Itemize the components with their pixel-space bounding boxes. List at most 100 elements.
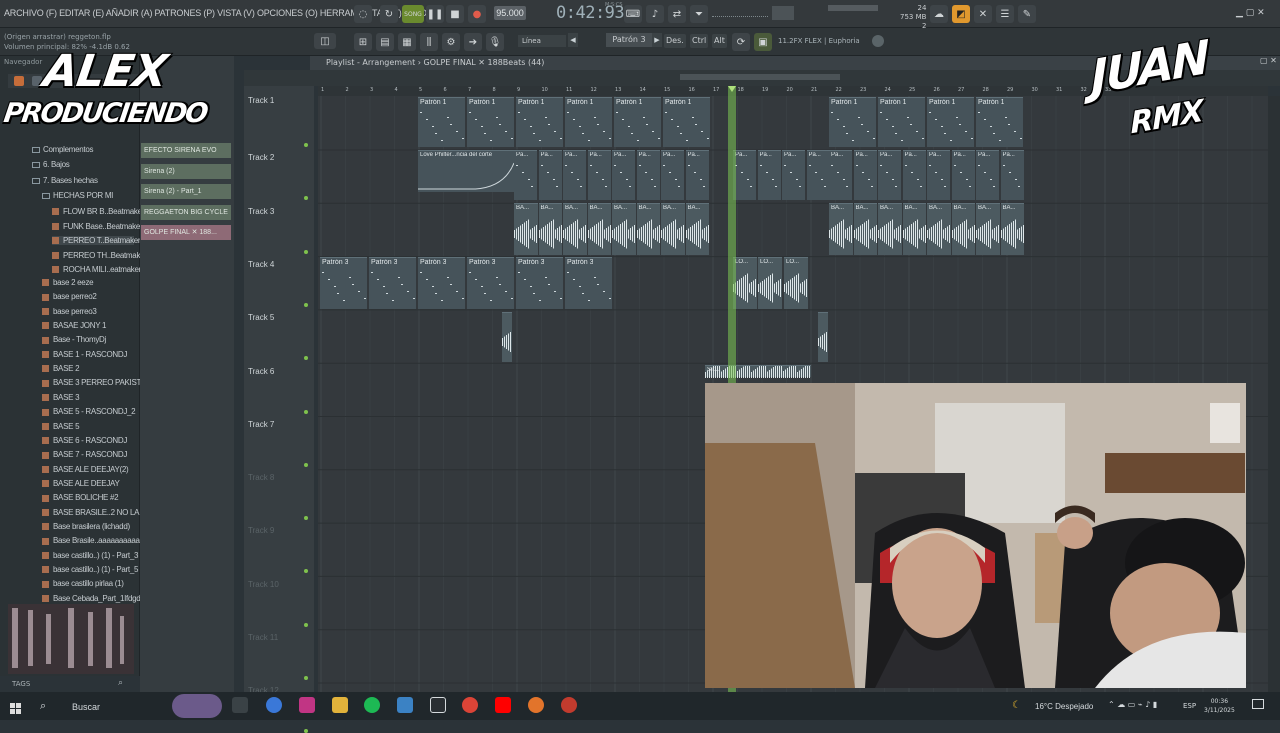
youtube-icon[interactable] [495, 697, 511, 713]
track-mute-led[interactable] [304, 143, 308, 147]
playlist-clip[interactable]: BA... [976, 203, 1000, 255]
playlist-clip[interactable]: Patrón 1 [565, 97, 612, 147]
browser-file[interactable]: base castillo..) (1) - Part_5 [42, 565, 138, 574]
arrow-icon[interactable]: ➔ [464, 33, 482, 51]
playlist-clip[interactable]: Patrón 1 [663, 97, 710, 147]
browser-file[interactable]: Base brasilera (lichadd) [42, 522, 130, 531]
playlist-vertical-scrollbar[interactable] [1268, 96, 1280, 692]
track-mute-led[interactable] [304, 622, 308, 627]
playlist-clip[interactable]: Patrón 3 [565, 257, 612, 309]
typing-keyboard-icon[interactable]: ⌨ [624, 5, 642, 23]
channel-rack-icon[interactable]: ▦ [398, 33, 416, 51]
playlist-clip[interactable]: Pa... [563, 150, 586, 200]
blend-notes-icon[interactable]: ⇄ [668, 5, 686, 23]
track-label[interactable]: Track 10 [248, 580, 279, 589]
plugin-picker-icon[interactable]: ⚙ [442, 33, 460, 51]
browser-file[interactable]: Base Brasile..aaaaaaaaaa [42, 536, 140, 545]
playlist-clip[interactable]: Pa... [685, 150, 709, 200]
browser-project-file[interactable]: PERREO TH..Beatmaker [52, 251, 147, 260]
playlist-clip[interactable]: Pa... [927, 150, 950, 200]
language-indicator[interactable]: ESP [1183, 702, 1196, 710]
playlist-clip[interactable]: BA... [1000, 203, 1024, 255]
playlist-clip[interactable]: Patrón 1 [878, 97, 925, 147]
playlist-clip[interactable]: Pa... [733, 150, 756, 200]
track-label[interactable]: Track 9 [248, 526, 274, 535]
browser-file[interactable]: BASE 6 - RASCONDJ [42, 436, 127, 445]
loop-icon[interactable]: ↻ [380, 5, 398, 23]
playlist-clip[interactable]: BA... [538, 203, 562, 255]
playlist-clip[interactable]: Patrón 3 [516, 257, 563, 309]
playlist-clip[interactable]: BA... [878, 203, 902, 255]
tempo-display[interactable]: 95.000 [494, 6, 526, 20]
playlist-clip[interactable]: Patrón 1 [516, 97, 563, 147]
playlist-clip[interactable]: LO... [784, 257, 808, 309]
playlist-clip[interactable]: BA... [951, 203, 975, 255]
ctrl-button[interactable]: Ctrl [690, 34, 709, 48]
alt-button[interactable]: Alt [712, 34, 727, 48]
playlist-clip[interactable]: Pa... [782, 150, 805, 200]
step-edit-icon[interactable]: ♪ [646, 5, 664, 23]
capcut-icon[interactable] [430, 697, 446, 713]
browser-file[interactable]: BASE 3 [42, 393, 80, 402]
taskbar-search-box[interactable]: Buscar [72, 702, 100, 712]
des-button[interactable]: Des. [664, 34, 686, 48]
playlist-clip[interactable]: Pa... [514, 150, 537, 200]
plugin-knob[interactable] [872, 35, 884, 47]
playlist-window-controls[interactable]: ▢ ✕ [1260, 56, 1277, 65]
tags-label[interactable]: TAGS [12, 680, 30, 688]
browser-files-icon[interactable] [32, 76, 42, 86]
tools-icon[interactable]: ✎ [1018, 5, 1036, 23]
mixer-icon[interactable]: ☰ [996, 5, 1014, 23]
record-mode-icon[interactable]: ◌ [354, 5, 372, 23]
mixer-view-icon[interactable]: ⫼ [420, 33, 438, 51]
weather-text[interactable]: 16°C Despejado [1035, 702, 1093, 711]
track-mute-led[interactable] [304, 249, 308, 254]
track-label[interactable]: Track 1 [248, 96, 274, 105]
playlist-clip[interactable]: BA... [853, 203, 877, 255]
plugin-database-icon[interactable]: ◩ [952, 5, 970, 23]
notifications-icon[interactable] [1252, 699, 1264, 709]
browser-file[interactable]: base 2 eeze [42, 278, 94, 287]
playlist-clip[interactable]: BA... [661, 203, 685, 255]
track-label[interactable]: Track 6 [248, 367, 274, 376]
browser-project-file[interactable]: FLOW BR B..Beatmaker [52, 207, 144, 216]
track-mute-led[interactable] [304, 729, 308, 733]
playlist-clip[interactable]: Love Philter...ncia del corte [418, 150, 514, 192]
browser-file[interactable]: base perreo2 [42, 292, 97, 301]
search-icon[interactable]: ⌕ [118, 678, 123, 688]
playlist-clip[interactable]: Pa... [806, 150, 830, 200]
pause-icon[interactable]: ❚❚ [426, 5, 444, 23]
playlist-clip[interactable]: LO... [733, 257, 757, 309]
browser-file[interactable]: Base Cebada_Part_1Ifdgdf [42, 594, 143, 603]
fl-studio-icon[interactable] [528, 697, 544, 713]
microphone-icon[interactable]: 🎙 [486, 33, 504, 51]
picker-item[interactable]: GOLPE FINAL ✕ 188... [141, 225, 231, 240]
browser-file[interactable]: BASE ALE DEEJAY [42, 479, 120, 488]
browser-file[interactable]: BASE 5 - RASCONDJ_2 [42, 407, 136, 416]
tray-icons[interactable]: ⌃ ☁ ▭ ⌁ ♪ ▮ [1108, 700, 1157, 709]
track-label[interactable]: Track 3 [248, 207, 274, 216]
playlist-clip[interactable]: BA... [685, 203, 709, 255]
plugin-slot-icon[interactable]: ▣ [754, 33, 772, 51]
browser-project-file[interactable]: PERREO T..Beatmaker [52, 236, 141, 245]
playlist-clip[interactable]: BA... [902, 203, 926, 255]
instagram-icon[interactable] [299, 697, 315, 713]
playlist-clip[interactable]: Patrón 3 [418, 257, 465, 309]
playlist-clip[interactable]: Sir... [705, 365, 811, 378]
playlist-clip[interactable]: Pa... [902, 150, 926, 200]
track-mute-led[interactable] [304, 676, 308, 680]
refresh-icon[interactable]: ⟳ [732, 33, 750, 51]
taskbar-search-icon[interactable]: ⌕ [40, 699, 46, 713]
playlist-clip[interactable]: Pa... [636, 150, 660, 200]
snap-select[interactable]: Línea [518, 35, 566, 47]
browser-file[interactable]: BASE 5 [42, 422, 80, 431]
record-icon[interactable]: ● [468, 5, 486, 23]
track-mute-led[interactable] [304, 302, 308, 307]
playlist-clip[interactable]: BA... [829, 203, 853, 255]
playlist-clip[interactable]: Patrón 1 [467, 97, 514, 147]
playlist-clip[interactable]: BA... [612, 203, 636, 255]
browser-file[interactable]: BASE 7 - RASCONDJ [42, 450, 127, 459]
obs-icon[interactable] [561, 697, 577, 713]
pattern-prev-icon[interactable]: ◀ [568, 33, 578, 47]
browser-project-file[interactable]: ROCHA MILI..eatmaker [52, 265, 141, 274]
